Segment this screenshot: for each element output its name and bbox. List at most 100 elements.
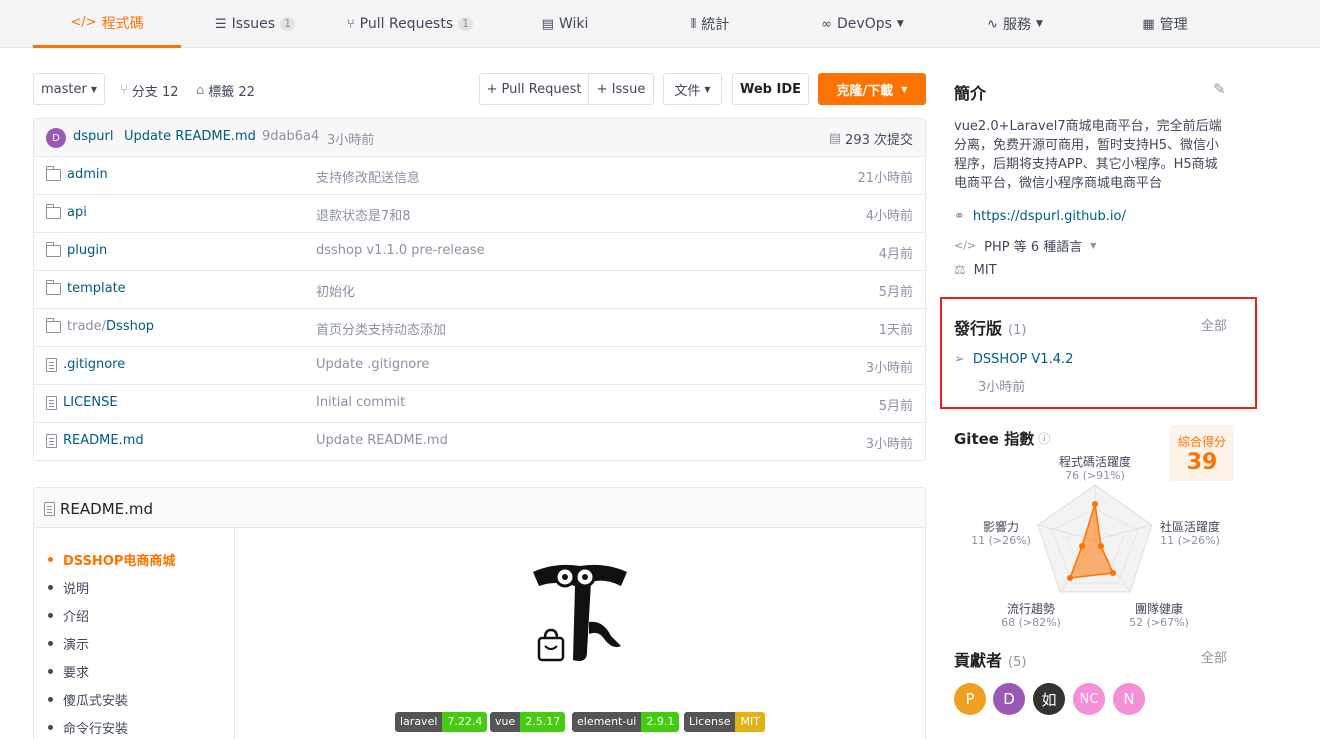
stats-icon: ⫴ — [690, 16, 697, 32]
branches-link[interactable]: ⑂ 分支 12 — [120, 81, 179, 100]
folder-icon — [46, 279, 61, 295]
commits-count-link[interactable]: ▤ 293 次提交 — [829, 129, 913, 148]
file-icon — [46, 433, 57, 448]
paper-plane-icon: ➢ — [954, 352, 965, 367]
code-icon: </> — [70, 15, 97, 30]
contributor-avatar[interactable]: NC — [1073, 683, 1105, 715]
contributor-avatar[interactable]: 如 — [1033, 683, 1065, 715]
contributor-avatar[interactable]: N — [1113, 683, 1145, 715]
chevron-down-icon: ▼ — [896, 19, 904, 29]
folder-icon — [46, 317, 61, 333]
file-row-plugin[interactable]: plugin dsshop v1.1.0 pre-release 4月前 — [34, 233, 925, 271]
code-icon: </> — [954, 239, 977, 252]
overall-score: 綜合得分 39 — [1170, 425, 1234, 481]
tag-icon: ⌂ — [196, 83, 205, 98]
dsshop-logo — [533, 564, 627, 662]
folder-icon — [46, 165, 61, 181]
clone-download-button[interactable]: 克隆/下載 ▼ — [818, 73, 926, 105]
help-icon[interactable]: ⓘ — [1038, 430, 1050, 447]
branch-select[interactable]: master ▼ — [33, 73, 105, 105]
tab-code[interactable]: </> 程式碼 — [33, 0, 181, 48]
tags-link[interactable]: ⌂ 標籤 22 — [196, 81, 255, 100]
link-icon: ⚭ — [954, 209, 965, 224]
badge-license[interactable]: License MIT — [684, 712, 765, 732]
caret-down-icon: ▼ — [1090, 241, 1097, 250]
toc-item[interactable]: DSSHOP电商商城 — [48, 550, 175, 569]
toc-item[interactable]: 命令行安裝 — [48, 718, 128, 737]
commit-hash[interactable]: 9dab6a4 — [262, 129, 319, 144]
devops-icon: ∞ — [821, 16, 833, 32]
file-row-license[interactable]: LICENSE Initial commit 5月前 — [34, 385, 925, 423]
new-issue-button[interactable]: + Issue — [588, 73, 654, 105]
radar-label-trend: 流行趨勢 68 (>82%) — [1001, 602, 1061, 630]
intro-title: 簡介 — [954, 84, 987, 103]
radar-label-code-activity: 程式碼活躍度 76 (>91%) — [1058, 455, 1131, 483]
caret-down-icon: ▼ — [90, 84, 97, 94]
tab-devops[interactable]: ∞ DevOps ▼ — [805, 0, 920, 48]
readme-header: README.md — [34, 488, 925, 528]
toc-item[interactable]: 要求 — [48, 662, 89, 681]
intro-text: vue2.0+Laravel7商城电商平台，完全前后端分离，免费开源可商用，暂时… — [954, 119, 1222, 191]
radar-label-team-health: 團隊健康 52 (>67%) — [1129, 602, 1189, 630]
contributors-all-link[interactable]: 全部 — [1201, 647, 1227, 666]
scale-icon: ⚖ — [954, 263, 966, 278]
index-radar-chart — [1037, 484, 1153, 593]
license-link[interactable]: ⚖ MIT — [954, 263, 997, 278]
issues-count-badge: 1 — [280, 17, 296, 31]
branch-icon: ⑂ — [120, 83, 128, 98]
contributors-header: 貢獻者 (5) — [954, 651, 1027, 670]
tab-stats[interactable]: ⫴ 統計 — [670, 0, 750, 48]
releases-header: 發行版 (1) — [954, 319, 1027, 338]
file-row-trade[interactable]: trade/Dsshop 首页分类支持动态添加 1天前 — [34, 309, 925, 347]
tab-issues[interactable]: ☰ Issues 1 — [200, 0, 310, 48]
file-row-readme[interactable]: README.md Update README.md 3小時前 — [34, 423, 925, 461]
new-pull-request-button[interactable]: + Pull Request — [479, 73, 589, 105]
file-row-admin[interactable]: admin 支持修改配送信息 21小時前 — [34, 157, 925, 195]
tab-manage[interactable]: ▦ 管理 — [1120, 0, 1210, 48]
pull-request-icon: ⑂ — [346, 16, 355, 32]
repo-nav: </> 程式碼 ☰ Issues 1 ⑂ Pull Requests 1 ▤ W… — [0, 0, 1320, 48]
manage-icon: ▦ — [1142, 16, 1155, 32]
toc-item[interactable]: 傻瓜式安裝 — [48, 690, 128, 709]
caret-down-icon: ▼ — [901, 84, 908, 94]
toc-item[interactable]: 介绍 — [48, 606, 89, 625]
readme-file-icon — [44, 502, 55, 516]
pr-count-badge: 1 — [458, 17, 474, 31]
edit-icon[interactable]: ✎ — [1213, 80, 1226, 98]
web-ide-button[interactable]: Web IDE — [732, 73, 809, 105]
commit-message[interactable]: Update README.md — [124, 129, 256, 144]
tab-pull-requests[interactable]: ⑂ Pull Requests 1 — [335, 0, 485, 48]
file-menu-button[interactable]: 文件 ▼ — [663, 73, 722, 105]
folder-icon — [46, 241, 61, 257]
latest-commit-bar: D dspurl Update README.md 9dab6a4 3小時前 ▤… — [34, 119, 925, 157]
contributor-avatar[interactable]: D — [993, 683, 1025, 715]
file-row-api[interactable]: api 退款状态是7和8 4小時前 — [34, 195, 925, 233]
file-row-gitignore[interactable]: .gitignore Update .gitignore 3小時前 — [34, 347, 925, 385]
commit-time: 3小時前 — [327, 133, 375, 148]
radar-label-influence: 影響力 11 (>26%) — [971, 520, 1031, 548]
file-icon — [46, 395, 57, 410]
radar-label-community: 社區活躍度 11 (>26%) — [1159, 520, 1220, 548]
tab-wiki[interactable]: ▤ Wiki — [525, 0, 605, 48]
folder-icon — [46, 203, 61, 219]
gitee-index-header: Gitee 指數 ⓘ — [954, 430, 1051, 448]
file-list: D dspurl Update README.md 9dab6a4 3小時前 ▤… — [33, 118, 926, 461]
author-avatar[interactable]: D — [46, 128, 66, 148]
toc-item[interactable]: 演示 — [48, 634, 89, 653]
badge-element-ui[interactable]: element-ui 2.9.1 — [572, 712, 680, 732]
wiki-icon: ▤ — [541, 16, 554, 32]
releases-all-link[interactable]: 全部 — [1201, 315, 1227, 334]
badge-vue[interactable]: vue 2.5.17 — [490, 712, 566, 732]
service-icon: ∿ — [987, 16, 998, 32]
languages-toggle[interactable]: </> PHP 等 6 種語言 ▼ — [954, 236, 1096, 255]
issue-icon: ☰ — [214, 16, 227, 32]
badge-laravel[interactable]: laravel 7.22.4 — [395, 712, 488, 732]
contributor-avatar[interactable]: P — [954, 683, 986, 715]
homepage-link[interactable]: ⚭ https://dspurl.github.io/ — [954, 209, 1126, 224]
release-item[interactable]: ➢ DSSHOP V1.4.2 — [954, 352, 1073, 367]
commit-author[interactable]: dspurl — [73, 129, 113, 144]
tab-service[interactable]: ∿ 服務 ▼ — [970, 0, 1060, 48]
toc-item[interactable]: 说明 — [48, 578, 89, 597]
release-time: 3小時前 — [978, 380, 1026, 395]
file-row-template[interactable]: template 初始化 5月前 — [34, 271, 925, 309]
